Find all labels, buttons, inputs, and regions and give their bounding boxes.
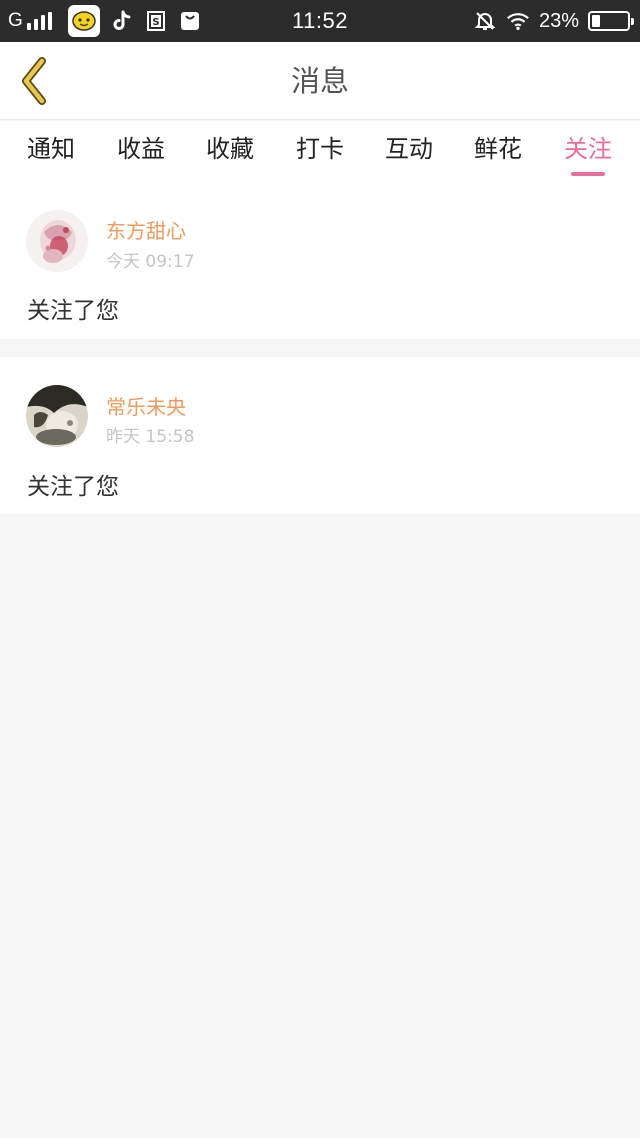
tab-flowers[interactable]: 鲜花 — [463, 121, 533, 181]
tab-earnings[interactable]: 收益 — [106, 121, 176, 181]
tab-checkin[interactable]: 打卡 — [285, 121, 355, 181]
username[interactable]: 东方甜心 — [106, 215, 186, 244]
page-title: 消息 — [290, 64, 349, 98]
tab-bar: 通知 收益 收藏 打卡 互动 鲜花 关注 — [0, 121, 640, 181]
message-text: 关注了您 — [27, 474, 119, 500]
avatar[interactable] — [26, 210, 88, 272]
avatar[interactable] — [26, 385, 88, 447]
timestamp: 今天 09:17 — [106, 252, 195, 272]
battery-icon — [588, 11, 634, 31]
page: G S 11:52 23% 消息 通知 收益 收藏 打卡 互动 鲜花 关注 东方… — [0, 0, 640, 1138]
list-item[interactable]: 常乐未央 昨天 15:58 关注了您 — [0, 357, 640, 514]
battery-percent: 23% — [538, 9, 579, 32]
timestamp: 昨天 15:58 — [106, 427, 195, 447]
battery-fill — [592, 15, 600, 27]
nav-bar: 消息 — [0, 42, 640, 120]
list-item[interactable]: 东方甜心 今天 09:17 关注了您 — [0, 181, 640, 339]
tab-notice[interactable]: 通知 — [16, 121, 86, 181]
tab-interaction[interactable]: 互动 — [374, 121, 444, 181]
mute-icon — [473, 9, 497, 33]
active-tab-indicator — [571, 172, 605, 176]
wifi-icon — [506, 9, 530, 33]
tab-favorites[interactable]: 收藏 — [195, 121, 265, 181]
status-bar: G S 11:52 23% — [0, 0, 640, 42]
status-right: 23% — [473, 0, 634, 42]
username[interactable]: 常乐未央 — [106, 391, 186, 420]
message-text: 关注了您 — [27, 298, 119, 324]
